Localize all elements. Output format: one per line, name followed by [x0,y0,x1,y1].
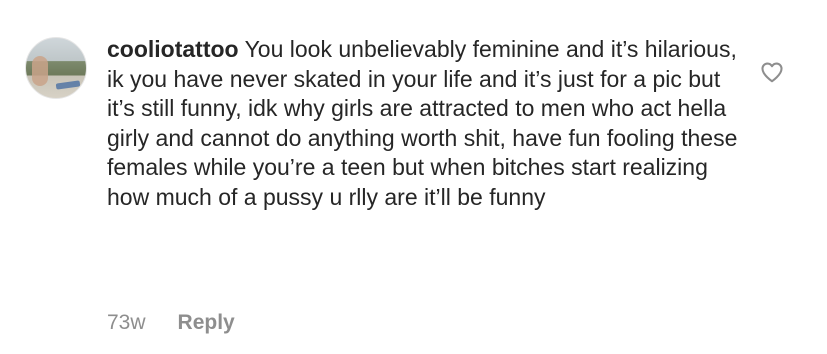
comment-meta: 73w Reply [107,309,235,337]
comment-text: You look unbelievably feminine and it’s … [107,36,738,210]
like-button[interactable] [759,59,785,85]
avatar-photo-detail [55,80,81,90]
heart-outline-icon [761,62,783,83]
avatar[interactable] [25,37,87,99]
comment-username[interactable]: cooliotattoo [107,36,239,62]
reply-button[interactable]: Reply [178,311,235,335]
comment-timestamp[interactable]: 73w [107,311,146,335]
comment-body: cooliotattoo You look unbelievably femin… [107,35,747,212]
comment-item: cooliotattoo You look unbelievably femin… [0,0,827,354]
avatar-photo-figure [32,56,48,86]
